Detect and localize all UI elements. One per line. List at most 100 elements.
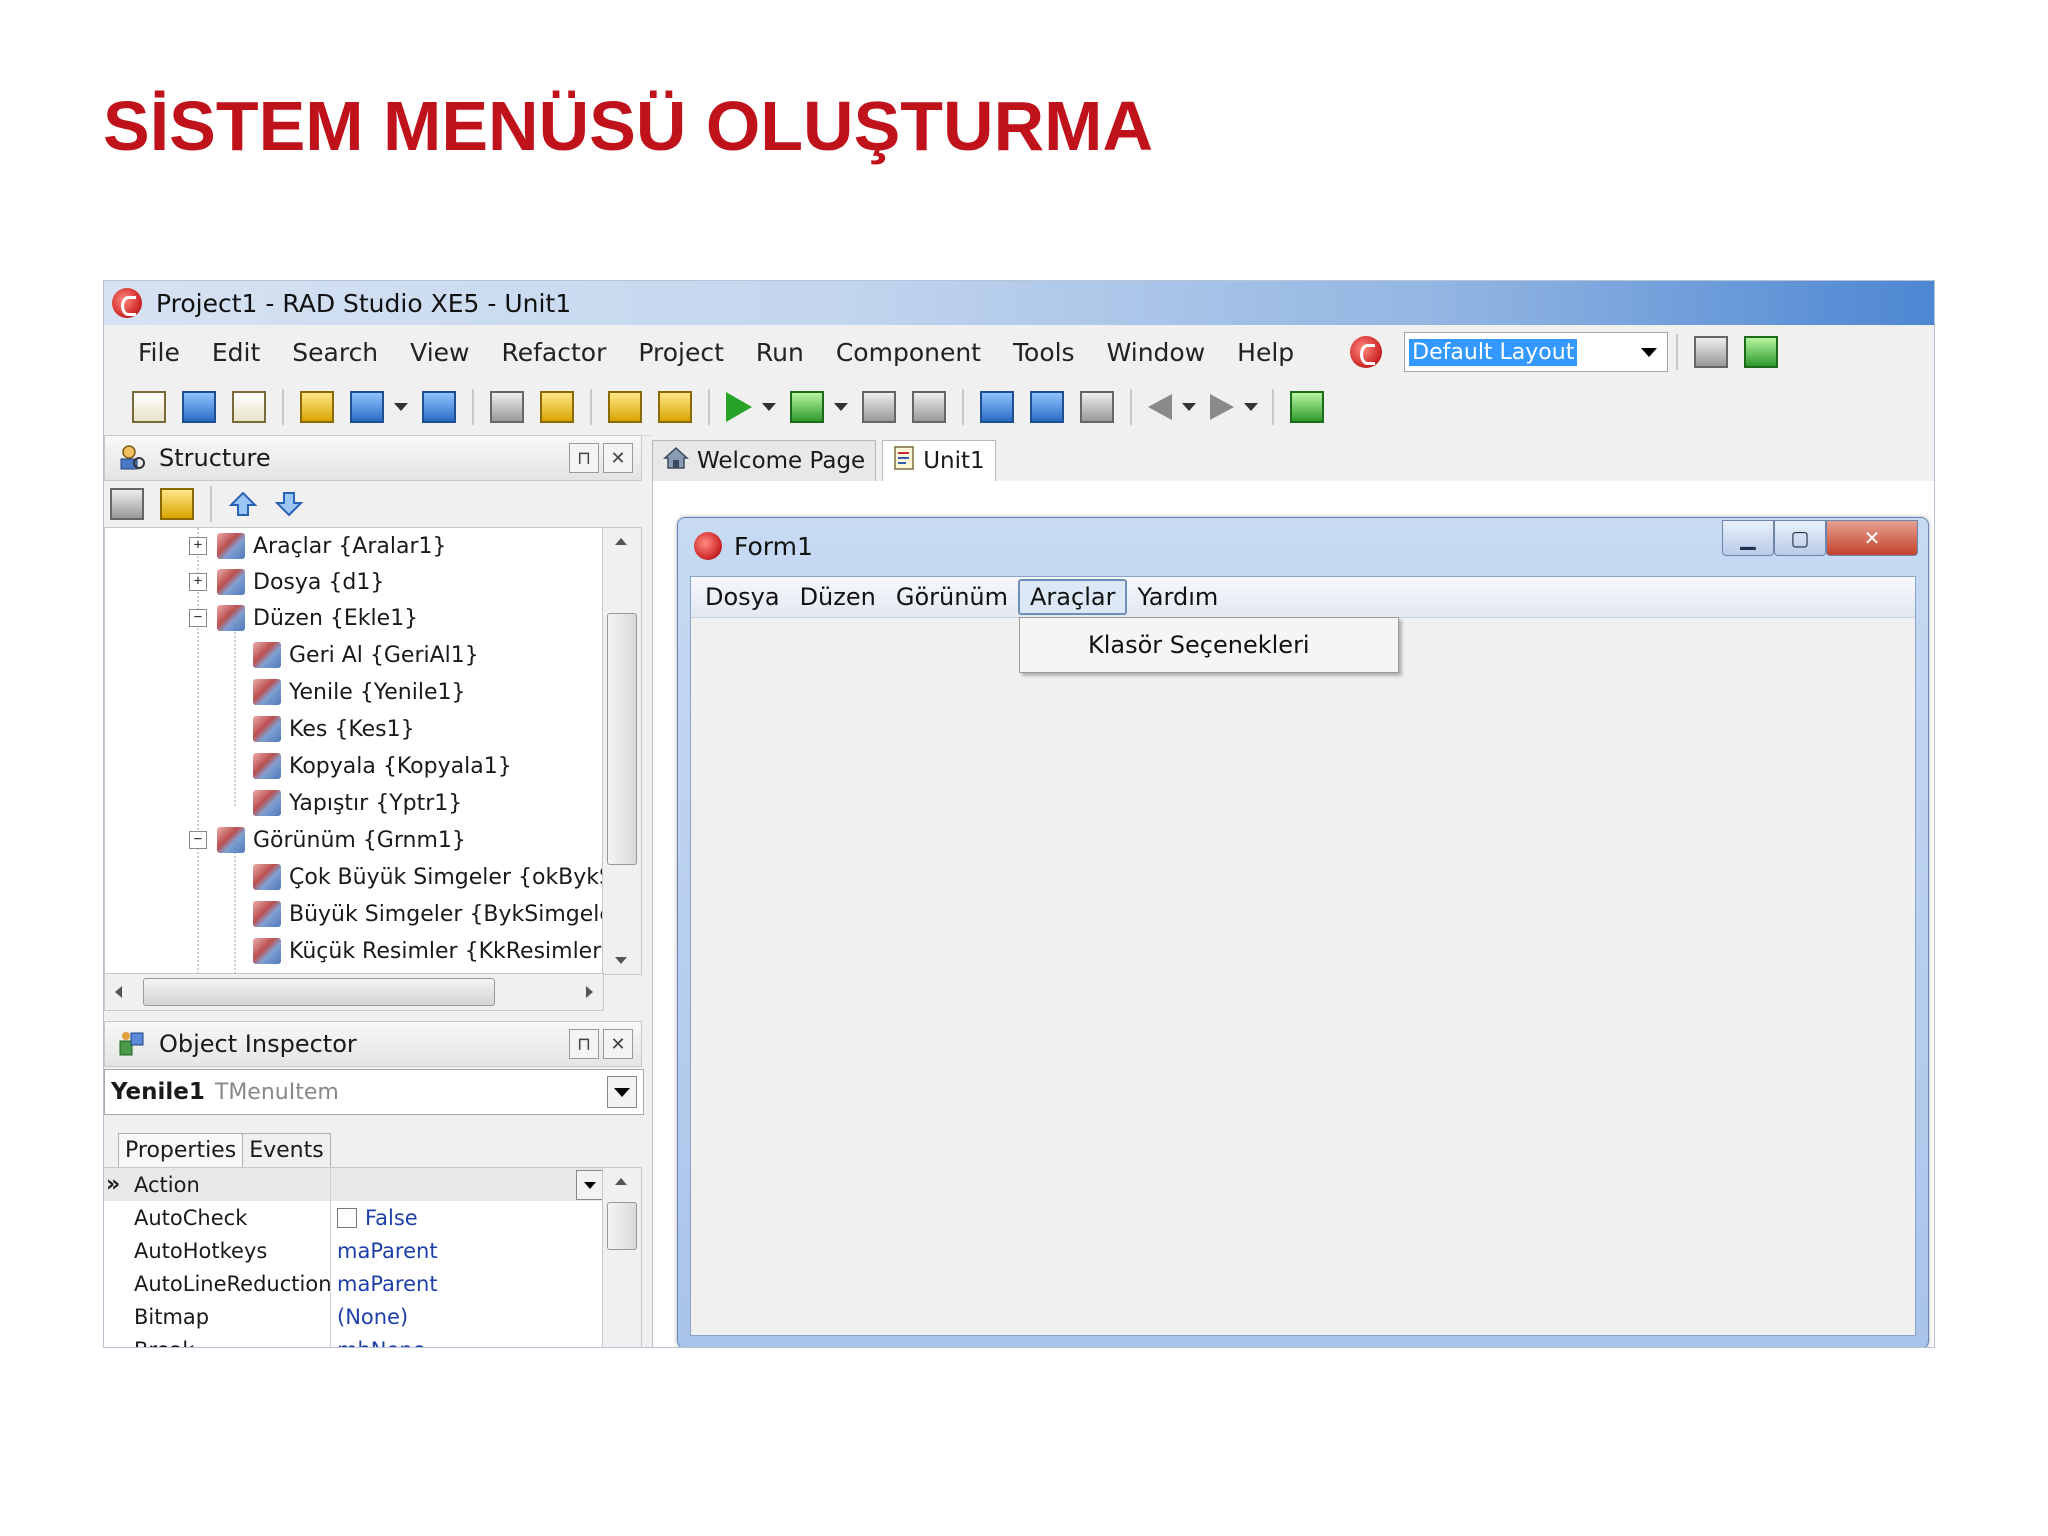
tree-item[interactable]: Geri Al {GeriAl1} bbox=[253, 637, 479, 673]
open-icon[interactable] bbox=[300, 391, 334, 423]
chevron-down-icon[interactable] bbox=[762, 403, 776, 411]
menu-view[interactable]: View bbox=[394, 338, 485, 367]
open-folder-icon[interactable] bbox=[540, 391, 574, 423]
chevron-down-icon[interactable] bbox=[1244, 403, 1258, 411]
remove-from-project-icon[interactable] bbox=[658, 391, 692, 423]
autocheck-checkbox[interactable] bbox=[337, 1207, 357, 1228]
close-icon[interactable]: ✕ bbox=[1826, 520, 1918, 556]
save-desktop-icon[interactable] bbox=[1694, 336, 1729, 368]
property-row[interactable]: » Action bbox=[104, 1168, 602, 1201]
tree-horizontal-scrollbar[interactable] bbox=[104, 973, 604, 1011]
arrow-up-icon[interactable] bbox=[228, 490, 258, 518]
form1-window[interactable]: Form1 ▁ ▢ ✕ Dosya Düzen Görünüm Araçlar … bbox=[677, 517, 1929, 1347]
scroll-down-icon[interactable] bbox=[615, 957, 627, 964]
tree-item[interactable]: Çok Büyük Simgeler {okBykSimg bbox=[253, 859, 603, 895]
property-row[interactable]: Break mbNone bbox=[104, 1333, 602, 1348]
trace-into-icon[interactable] bbox=[980, 391, 1014, 423]
property-row[interactable]: AutoLineReduction maParent bbox=[104, 1267, 602, 1300]
property-value[interactable]: maParent bbox=[331, 1239, 438, 1263]
tree-item[interactable]: Küçük Resimler {KkResimler1} bbox=[253, 933, 603, 969]
save-icon[interactable] bbox=[422, 391, 456, 423]
close-icon[interactable]: ✕ bbox=[603, 1029, 633, 1059]
chevron-down-icon[interactable] bbox=[394, 403, 408, 411]
pause-icon[interactable] bbox=[862, 391, 896, 423]
menu-tools[interactable]: Tools bbox=[997, 338, 1091, 367]
run-without-debugging-icon[interactable] bbox=[790, 391, 824, 423]
tree-item[interactable]: Yapıştır {Yptr1} bbox=[253, 785, 462, 821]
tree-item[interactable]: Büyük Simgeler {BykSimgeler1} bbox=[253, 896, 603, 932]
tree-item[interactable]: Yenile {Yenile1} bbox=[253, 674, 466, 710]
close-icon[interactable]: ✕ bbox=[603, 443, 633, 473]
tree-item[interactable]: − Görünüm {Grnm1} bbox=[189, 822, 466, 858]
open-project-icon[interactable] bbox=[350, 391, 384, 423]
action-dropdown-button[interactable] bbox=[576, 1170, 602, 1200]
tree-item[interactable]: + Dosya {d1} bbox=[189, 564, 384, 600]
menu-component[interactable]: Component bbox=[820, 338, 997, 367]
chevron-down-icon[interactable] bbox=[834, 403, 848, 411]
object-selector-dropdown[interactable] bbox=[607, 1076, 637, 1108]
property-value[interactable]: (None) bbox=[331, 1305, 408, 1329]
tree-item[interactable]: + Araçlar {Aralar1} bbox=[189, 528, 447, 564]
minimize-icon[interactable]: ▁ bbox=[1722, 520, 1774, 556]
form-menu-duzen[interactable]: Düzen bbox=[790, 581, 886, 613]
tree-vertical-scrollbar[interactable] bbox=[602, 527, 642, 975]
tab-unit1[interactable]: Unit1 bbox=[882, 440, 996, 481]
menu-search[interactable]: Search bbox=[276, 338, 394, 367]
scroll-thumb[interactable] bbox=[143, 978, 495, 1006]
menu-window[interactable]: Window bbox=[1091, 338, 1222, 367]
forward-arrow-icon[interactable] bbox=[1210, 394, 1234, 420]
menu-help[interactable]: Help bbox=[1221, 338, 1310, 367]
property-row[interactable]: AutoCheck False bbox=[104, 1201, 602, 1234]
menu-refactor[interactable]: Refactor bbox=[485, 338, 622, 367]
scroll-right-icon[interactable] bbox=[586, 986, 593, 998]
form-menu-gorunum[interactable]: Görünüm bbox=[886, 581, 1018, 613]
menu-item-klasor-secenekleri[interactable]: Klasör Seçenekleri bbox=[1088, 631, 1310, 659]
save-all-icon[interactable] bbox=[490, 391, 524, 423]
scroll-left-icon[interactable] bbox=[115, 986, 122, 998]
step-over-icon[interactable] bbox=[1030, 391, 1064, 423]
new-form-icon[interactable] bbox=[182, 391, 216, 423]
tab-events[interactable]: Events bbox=[243, 1133, 331, 1167]
tree-item[interactable]: Kopyala {Kopyala1} bbox=[253, 748, 512, 784]
property-grid-scrollbar[interactable] bbox=[602, 1167, 642, 1347]
structure-tool-icon[interactable] bbox=[110, 488, 144, 520]
collapse-icon[interactable]: − bbox=[189, 609, 207, 627]
add-to-project-icon[interactable] bbox=[608, 391, 642, 423]
layout-combo[interactable]: Default Layout bbox=[1404, 332, 1669, 372]
arrow-down-icon[interactable] bbox=[274, 490, 304, 518]
form-menu-yardim[interactable]: Yardım bbox=[1127, 581, 1228, 613]
menu-edit[interactable]: Edit bbox=[196, 338, 276, 367]
new-unit-icon[interactable] bbox=[232, 391, 266, 423]
property-value[interactable]: maParent bbox=[331, 1272, 438, 1296]
scroll-up-icon[interactable] bbox=[615, 1178, 627, 1185]
property-row[interactable]: Bitmap (None) bbox=[104, 1300, 602, 1333]
property-value[interactable]: mbNone bbox=[331, 1338, 426, 1348]
form-menu-araclar[interactable]: Araçlar bbox=[1018, 579, 1128, 615]
collapse-icon[interactable]: − bbox=[189, 831, 207, 849]
menu-project[interactable]: Project bbox=[622, 338, 740, 367]
help-book-icon[interactable] bbox=[1290, 391, 1324, 423]
tab-welcome-page[interactable]: Welcome Page bbox=[652, 440, 877, 481]
expand-icon[interactable]: + bbox=[189, 573, 207, 591]
run-to-cursor-icon[interactable] bbox=[1080, 391, 1114, 423]
chevron-down-icon[interactable] bbox=[1182, 403, 1196, 411]
tab-properties[interactable]: Properties bbox=[118, 1133, 244, 1167]
run-icon[interactable] bbox=[726, 392, 752, 422]
scroll-thumb[interactable] bbox=[607, 1202, 637, 1250]
object-selector[interactable]: Yenile1 TMenuItem bbox=[104, 1069, 644, 1115]
expand-icon[interactable]: + bbox=[189, 537, 207, 555]
pin-icon[interactable]: ⊓ bbox=[569, 443, 599, 473]
tree-item[interactable]: Kes {Kes1} bbox=[253, 711, 415, 747]
menu-run[interactable]: Run bbox=[740, 338, 820, 367]
delete-item-icon[interactable] bbox=[160, 488, 194, 520]
form-menu-dosya[interactable]: Dosya bbox=[695, 581, 790, 613]
maximize-icon[interactable]: ▢ bbox=[1774, 520, 1826, 556]
property-row[interactable]: AutoHotkeys maParent bbox=[104, 1234, 602, 1267]
pin-icon[interactable]: ⊓ bbox=[569, 1029, 599, 1059]
scroll-up-icon[interactable] bbox=[615, 538, 627, 545]
tree-item[interactable]: − Düzen {Ekle1} bbox=[189, 600, 418, 636]
scroll-thumb[interactable] bbox=[607, 613, 637, 865]
set-debug-desktop-icon[interactable] bbox=[1744, 336, 1779, 368]
menu-file[interactable]: File bbox=[122, 338, 196, 367]
stop-icon[interactable] bbox=[912, 391, 946, 423]
